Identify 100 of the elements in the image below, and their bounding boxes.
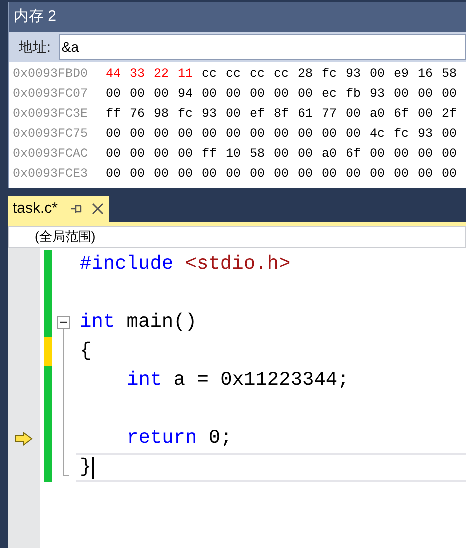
memory-byte: 77: [322, 106, 338, 123]
memory-byte: a0: [322, 146, 338, 163]
code-line: int main(): [80, 310, 198, 335]
memory-byte: 11: [178, 66, 194, 83]
memory-byte: 00: [154, 86, 170, 103]
memory-byte: 00: [154, 126, 170, 143]
memory-byte: 00: [226, 86, 242, 103]
address-label: 地址:: [19, 38, 51, 56]
memory-address: 0x0093FC07: [13, 86, 90, 103]
memory-byte: 00: [298, 126, 314, 143]
memory-byte: 00: [442, 166, 458, 183]
memory-byte: 00: [274, 86, 290, 103]
memory-byte: 00: [130, 86, 146, 103]
memory-byte: cc: [226, 66, 242, 83]
memory-byte: 28: [298, 66, 314, 83]
memory-byte: 00: [442, 146, 458, 163]
memory-byte: 00: [250, 126, 266, 143]
memory-byte: 00: [346, 166, 362, 183]
memory-byte: 61: [298, 106, 314, 123]
memory-byte: 00: [250, 166, 266, 183]
memory-byte: 00: [322, 126, 338, 143]
memory-byte: 00: [106, 126, 122, 143]
memory-byte: 00: [130, 126, 146, 143]
memory-byte: 00: [202, 86, 218, 103]
memory-byte: 8f: [274, 106, 290, 123]
memory-byte: fc: [322, 66, 338, 83]
memory-byte: 00: [274, 126, 290, 143]
memory-byte: 00: [106, 146, 122, 163]
memory-byte: 00: [322, 166, 338, 183]
memory-byte: 58: [442, 66, 458, 83]
memory-byte: 00: [370, 66, 386, 83]
memory-byte: fc: [394, 126, 410, 143]
memory-byte: 00: [226, 126, 242, 143]
memory-byte: cc: [250, 66, 266, 83]
memory-byte: 00: [370, 146, 386, 163]
memory-byte: 44: [106, 66, 122, 83]
memory-byte: 00: [274, 166, 290, 183]
address-field[interactable]: &a: [58, 34, 466, 60]
code-line: int a = 0x11223344;: [127, 368, 350, 393]
memory-byte: 00: [226, 166, 242, 183]
memory-byte: 98: [154, 106, 170, 123]
code-line: }: [80, 454, 92, 480]
memory-byte: ec: [322, 86, 338, 103]
memory-byte: 00: [394, 166, 410, 183]
memory-byte: fb: [346, 86, 362, 103]
memory-byte: 00: [298, 166, 314, 183]
memory-address: 0x0093FC75: [13, 126, 90, 143]
text-caret: [92, 456, 94, 478]
memory-byte: 6f: [346, 146, 362, 163]
memory-byte: 00: [442, 86, 458, 103]
memory-byte: 22: [154, 66, 170, 83]
memory-byte: 00: [274, 146, 290, 163]
memory-byte: 00: [442, 126, 458, 143]
memory-byte: 00: [418, 146, 434, 163]
memory-byte: 00: [418, 106, 434, 123]
memory-byte: 94: [178, 86, 194, 103]
memory-byte: ef: [250, 106, 266, 123]
memory-byte: 10: [226, 146, 242, 163]
memory-byte: 00: [250, 86, 266, 103]
memory-byte: 00: [106, 166, 122, 183]
memory-byte: 00: [418, 166, 434, 183]
memory-byte: 00: [418, 86, 434, 103]
memory-byte: 00: [178, 146, 194, 163]
memory-byte: 00: [298, 146, 314, 163]
memory-byte: 93: [202, 106, 218, 123]
memory-address: 0x0093FCAC: [13, 146, 90, 163]
memory-address: 0x0093FBD0: [13, 66, 90, 83]
code-line: return 0;: [127, 426, 232, 451]
memory-byte: 4c: [370, 126, 386, 143]
window-title: 内存 2: [14, 6, 57, 27]
close-icon[interactable]: [92, 203, 104, 215]
memory-byte: e9: [394, 66, 410, 83]
memory-byte: cc: [202, 66, 218, 83]
memory-byte: ff: [106, 106, 122, 123]
memory-byte: 00: [178, 126, 194, 143]
memory-byte: 00: [394, 86, 410, 103]
memory-byte: 00: [346, 126, 362, 143]
memory-byte: 93: [418, 126, 434, 143]
memory-byte: 00: [298, 86, 314, 103]
collapse-icon[interactable]: [57, 316, 70, 329]
memory-byte: cc: [274, 66, 290, 83]
pin-icon[interactable]: [70, 203, 82, 215]
memory-byte: 00: [202, 166, 218, 183]
memory-byte: 58: [250, 146, 266, 163]
memory-byte: 00: [178, 166, 194, 183]
memory-byte: 00: [202, 126, 218, 143]
memory-byte: 00: [154, 146, 170, 163]
memory-byte: 2f: [442, 106, 458, 123]
memory-byte: fc: [178, 106, 194, 123]
memory-byte: 16: [418, 66, 434, 83]
memory-byte: 00: [370, 166, 386, 183]
memory-byte: 00: [346, 106, 362, 123]
scope-dropdown[interactable]: (全局范围): [35, 227, 96, 247]
memory-byte: 33: [130, 66, 146, 83]
memory-byte: a0: [370, 106, 386, 123]
memory-byte: 00: [130, 146, 146, 163]
file-tab[interactable]: task.c*: [8, 196, 110, 222]
memory-byte: ff: [202, 146, 218, 163]
memory-byte: 76: [130, 106, 146, 123]
memory-byte: 6f: [394, 106, 410, 123]
